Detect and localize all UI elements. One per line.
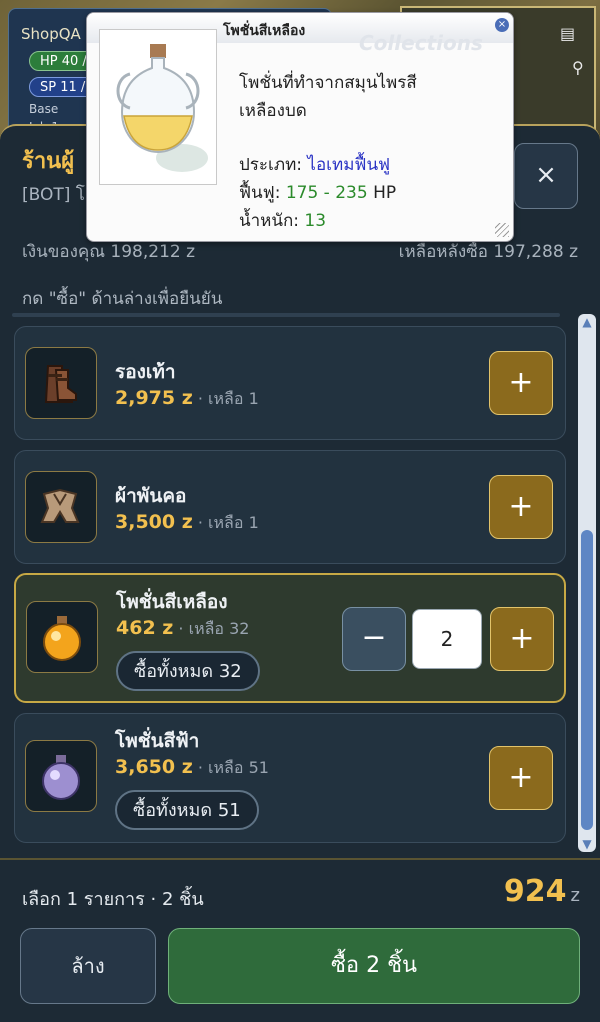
item-price: 2,975 z — [115, 387, 193, 409]
potion-illustration — [99, 29, 217, 185]
heal-label: ฟื้นฟู: — [239, 183, 286, 203]
item-stock: 51 — [248, 758, 269, 777]
item-stock-prefix: · เหลือ — [192, 758, 249, 777]
shop-item-blue-potion[interactable]: โพชั่นสีฟ้า 3,650 z · เหลือ 51 ซื้อทั้งห… — [14, 713, 566, 843]
tooltip-watermark: Collections — [359, 31, 483, 55]
footer-divider — [0, 858, 600, 860]
scrollbar-thumb[interactable] — [581, 530, 593, 830]
item-name: โพชั่นสีฟ้า — [115, 730, 200, 752]
heal-unit: HP — [367, 183, 397, 203]
weight-label: น้ำหนัก: — [239, 211, 305, 231]
item-price: 3,500 z — [115, 511, 193, 533]
yellow-potion-icon — [26, 601, 98, 673]
item-price-line: 3,650 z · เหลือ 51 — [115, 756, 269, 781]
quantity-input[interactable] — [412, 609, 482, 669]
tooltip-weight-line: น้ำหนัก: 13 — [239, 207, 326, 234]
item-price: 462 z — [116, 617, 174, 639]
total-value: 924 — [503, 874, 567, 909]
shop-title: ร้านผู้ — [22, 149, 75, 174]
shop-item-yellow-potion[interactable]: โพชั่นสีเหลือง 462 z · เหลือ 32 ซื้อทั้ง… — [14, 573, 566, 703]
item-name: ผ้าพันคอ — [115, 485, 187, 507]
shop-item-boots[interactable]: รองเท้า 2,975 z · เหลือ 1 + — [14, 326, 566, 440]
divider — [12, 313, 560, 317]
clear-button[interactable]: ล้าง — [20, 928, 156, 1004]
money-after-purchase: เหลือหลังซื้อ 197,288 z — [398, 242, 578, 262]
item-tooltip[interactable]: Collections โพชั่นสีเหลือง × โพชั่นที่ทำ… — [86, 12, 514, 242]
item-stock: 32 — [229, 619, 250, 638]
blue-potion-icon — [25, 740, 97, 812]
item-price-line: 462 z · เหลือ 32 — [116, 617, 249, 642]
item-price-line: 2,975 z · เหลือ 1 — [115, 387, 259, 412]
minimap-menu-icon[interactable]: ▤ — [560, 24, 575, 43]
scroll-down-icon[interactable]: ▼ — [578, 836, 596, 852]
tooltip-close-icon[interactable]: × — [495, 18, 509, 32]
boots-icon — [25, 347, 97, 419]
close-button[interactable]: × — [514, 143, 578, 209]
base-level-label: Base — [29, 102, 59, 116]
confirm-purchase-button[interactable]: ซื้อ 2 ชิ้น — [168, 928, 580, 1004]
buy-all-button[interactable]: ซื้อทั้งหมด 51 — [115, 790, 259, 830]
item-stock-prefix: · เหลือ — [173, 619, 230, 638]
item-name: โพชั่นสีเหลือง — [116, 591, 228, 613]
decrease-quantity-button[interactable]: − — [342, 607, 406, 671]
weight-value: 13 — [304, 211, 327, 231]
minimap-search-icon[interactable]: ⚲ — [572, 58, 584, 77]
item-stock-prefix: · เหลือ — [192, 513, 249, 532]
type-label: ประเภท: — [239, 155, 308, 175]
type-value: ไอเทมฟื้นฟู — [307, 155, 391, 175]
scroll-up-icon[interactable]: ▲ — [578, 314, 596, 330]
total-price: 924 z — [504, 874, 580, 909]
resize-handle[interactable] — [495, 223, 509, 237]
heal-value: 175 - 235 — [285, 183, 368, 203]
tooltip-type-line: ประเภท: ไอเทมฟื้นฟู — [239, 151, 390, 178]
close-icon: × — [535, 160, 557, 190]
shop-item-scarf[interactable]: ผ้าพันคอ 3,500 z · เหลือ 1 + — [14, 450, 566, 564]
tooltip-description-line1: โพชั่นที่ทำจากสมุนไพรสี — [239, 73, 417, 93]
character-name: ShopQA — [21, 25, 81, 43]
shop-subtitle: [BOT] โ — [22, 185, 85, 205]
current-money: เงินของคุณ 198,212 z — [22, 242, 196, 262]
item-price-line: 3,500 z · เหลือ 1 — [115, 511, 259, 536]
item-name: รองเท้า — [115, 361, 176, 383]
total-unit: z — [570, 885, 580, 906]
item-stock: 1 — [248, 513, 259, 532]
scarf-icon — [25, 471, 97, 543]
increase-quantity-button[interactable]: + — [489, 351, 553, 415]
selection-summary: เลือก 1 รายการ · 2 ชิ้น — [22, 889, 204, 910]
confirm-hint: กด "ซื้อ" ด้านล่างเพื่อยืนยัน — [22, 289, 223, 309]
increase-quantity-button[interactable]: + — [489, 746, 553, 810]
item-price: 3,650 z — [115, 756, 193, 778]
buy-all-button[interactable]: ซื้อทั้งหมด 32 — [116, 651, 260, 691]
tooltip-heal-line: ฟื้นฟู: 175 - 235 HP — [239, 179, 396, 206]
tooltip-description-line2: เหลืองบด — [239, 101, 307, 121]
increase-quantity-button[interactable]: + — [490, 607, 554, 671]
item-stock-prefix: · เหลือ — [192, 389, 249, 408]
increase-quantity-button[interactable]: + — [489, 475, 553, 539]
item-stock: 1 — [248, 389, 259, 408]
tooltip-title: โพชั่นสีเหลือง — [223, 23, 306, 39]
